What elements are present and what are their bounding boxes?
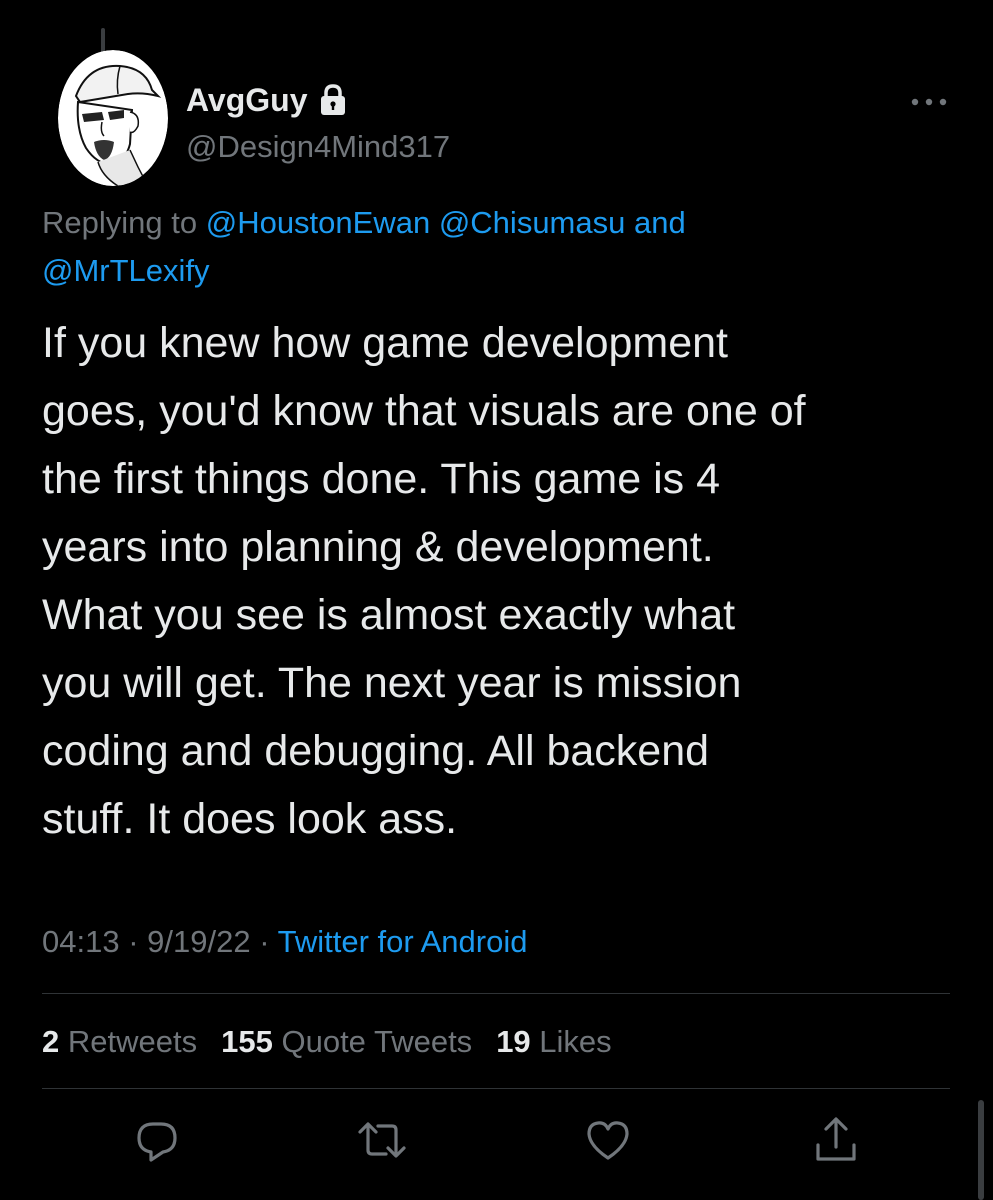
lock-icon bbox=[318, 83, 348, 117]
retweets-label: Retweets bbox=[67, 1024, 198, 1059]
reply-button[interactable] bbox=[131, 1116, 183, 1168]
mention-link[interactable]: @MrTLexify bbox=[42, 253, 210, 288]
meta-separator: · bbox=[128, 924, 139, 959]
likes-stat[interactable]: 19 Likes bbox=[496, 1018, 611, 1066]
replying-to-line: Replying to @HoustonEwan @Chisumasu and … bbox=[42, 199, 942, 295]
reply-icon bbox=[133, 1116, 181, 1169]
quote-tweets-stat[interactable]: 155 Quote Tweets bbox=[221, 1018, 472, 1066]
more-options-icon[interactable] bbox=[908, 92, 950, 112]
avatar[interactable] bbox=[58, 50, 168, 186]
mention-link[interactable]: @Chisumasu bbox=[439, 205, 626, 240]
heart-icon bbox=[584, 1116, 632, 1169]
tweet-source-link[interactable]: Twitter for Android bbox=[278, 924, 528, 959]
retweet-icon bbox=[356, 1116, 408, 1169]
divider bbox=[42, 993, 950, 994]
divider bbox=[42, 1088, 950, 1089]
retweets-stat[interactable]: 2 Retweets bbox=[42, 1018, 197, 1066]
replying-and-others-link[interactable]: and bbox=[634, 205, 686, 240]
mention-link[interactable]: @HoustonEwan bbox=[206, 205, 430, 240]
tweet-stats: 2 Retweets 155 Quote Tweets 19 Likes bbox=[42, 1018, 612, 1066]
share-button[interactable] bbox=[810, 1116, 862, 1168]
quote-tweets-count: 155 bbox=[221, 1024, 273, 1059]
share-icon bbox=[812, 1115, 860, 1170]
likes-label: Likes bbox=[539, 1024, 612, 1059]
author-handle[interactable]: @Design4Mind317 bbox=[186, 127, 450, 167]
tweet-time[interactable]: 04:13 bbox=[42, 924, 120, 959]
meta-separator: · bbox=[259, 924, 270, 959]
likes-count: 19 bbox=[496, 1024, 531, 1059]
retweet-button[interactable] bbox=[356, 1116, 408, 1168]
scrollbar[interactable] bbox=[978, 1100, 984, 1200]
avatar-illustration bbox=[58, 50, 168, 186]
retweets-count: 2 bbox=[42, 1024, 60, 1059]
author-display-name[interactable]: AvgGuy bbox=[186, 80, 308, 120]
like-button[interactable] bbox=[582, 1116, 634, 1168]
author-display-name-row[interactable]: AvgGuy bbox=[186, 80, 348, 120]
tweet-meta: 04:13 · 9/19/22 · Twitter for Android bbox=[42, 918, 527, 966]
tweet-text: If you knew how game development goes, y… bbox=[42, 319, 806, 843]
quote-tweets-label: Quote Tweets bbox=[281, 1024, 473, 1059]
tweet-date[interactable]: 9/19/22 bbox=[147, 924, 250, 959]
replying-to-label: Replying to bbox=[42, 205, 198, 240]
